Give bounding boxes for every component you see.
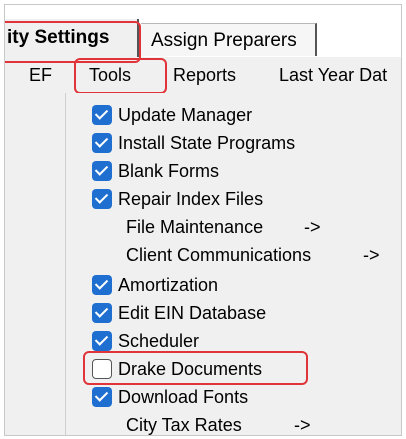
menu-item-label: City Tax Rates bbox=[126, 415, 242, 435]
checkbox-icon[interactable] bbox=[92, 161, 112, 181]
menu-ef[interactable]: EF bbox=[29, 57, 52, 93]
menu-item-label: Install State Programs bbox=[118, 133, 296, 153]
tab-strip: ity Settings Assign Preparers bbox=[5, 5, 401, 57]
menu-item-label: Drake Documents bbox=[118, 359, 263, 379]
tools-dropdown-menu: Update Manager Install State Programs Bl… bbox=[65, 93, 401, 435]
menu-item-file-maintenance[interactable]: File Maintenance -> bbox=[66, 213, 396, 241]
menu-item-label: Update Manager bbox=[118, 105, 253, 125]
menu-item-label: Download Fonts bbox=[118, 387, 249, 407]
menu-tools[interactable]: Tools bbox=[89, 57, 131, 93]
menu-item-update-manager[interactable]: Update Manager bbox=[66, 101, 396, 129]
menu-last-year-data[interactable]: Last Year Dat bbox=[279, 57, 387, 93]
checkbox-icon[interactable] bbox=[92, 275, 112, 295]
checkbox-icon[interactable] bbox=[92, 133, 112, 153]
submenu-arrow-icon: -> bbox=[363, 245, 380, 265]
menu-item-repair-index-files[interactable]: Repair Index Files bbox=[66, 185, 396, 213]
menu-item-label: Blank Forms bbox=[118, 161, 220, 181]
menu-bar: EF Tools Reports Last Year Dat bbox=[5, 57, 401, 94]
menu-item-label: Scheduler bbox=[118, 331, 200, 351]
checkbox-icon[interactable] bbox=[92, 189, 112, 209]
submenu-arrow-icon: -> bbox=[294, 415, 311, 435]
menu-item-scheduler[interactable]: Scheduler bbox=[66, 327, 396, 355]
menu-item-amortization[interactable]: Amortization bbox=[66, 271, 396, 299]
menu-item-label: Repair Index Files bbox=[118, 189, 264, 209]
menu-item-city-tax-rates[interactable]: City Tax Rates -> bbox=[66, 411, 396, 435]
menu-item-label: Edit EIN Database bbox=[118, 303, 267, 323]
tab-settings[interactable]: ity Settings bbox=[5, 19, 139, 57]
menu-item-install-state-programs[interactable]: Install State Programs bbox=[66, 129, 396, 157]
checkbox-icon[interactable] bbox=[92, 303, 112, 323]
tab-assign-preparers[interactable]: Assign Preparers bbox=[141, 23, 317, 56]
checkbox-icon[interactable] bbox=[92, 331, 112, 351]
menu-item-drake-documents[interactable]: Drake Documents bbox=[66, 355, 396, 383]
submenu-arrow-icon: -> bbox=[304, 217, 321, 237]
menu-item-label: Amortization bbox=[118, 275, 219, 295]
menu-reports[interactable]: Reports bbox=[173, 57, 236, 93]
menu-item-download-fonts[interactable]: Download Fonts bbox=[66, 383, 396, 411]
checkbox-icon[interactable] bbox=[92, 359, 112, 379]
menu-item-label: File Maintenance bbox=[126, 217, 264, 237]
menu-item-label: Client Communications bbox=[126, 245, 312, 265]
menu-item-edit-ein-database[interactable]: Edit EIN Database bbox=[66, 299, 396, 327]
menu-item-client-communications[interactable]: Client Communications -> bbox=[66, 241, 396, 269]
checkbox-icon[interactable] bbox=[92, 387, 112, 407]
app-window: ity Settings Assign Preparers EF Tools R… bbox=[4, 4, 402, 436]
menu-item-blank-forms[interactable]: Blank Forms bbox=[66, 157, 396, 185]
checkbox-icon[interactable] bbox=[92, 105, 112, 125]
